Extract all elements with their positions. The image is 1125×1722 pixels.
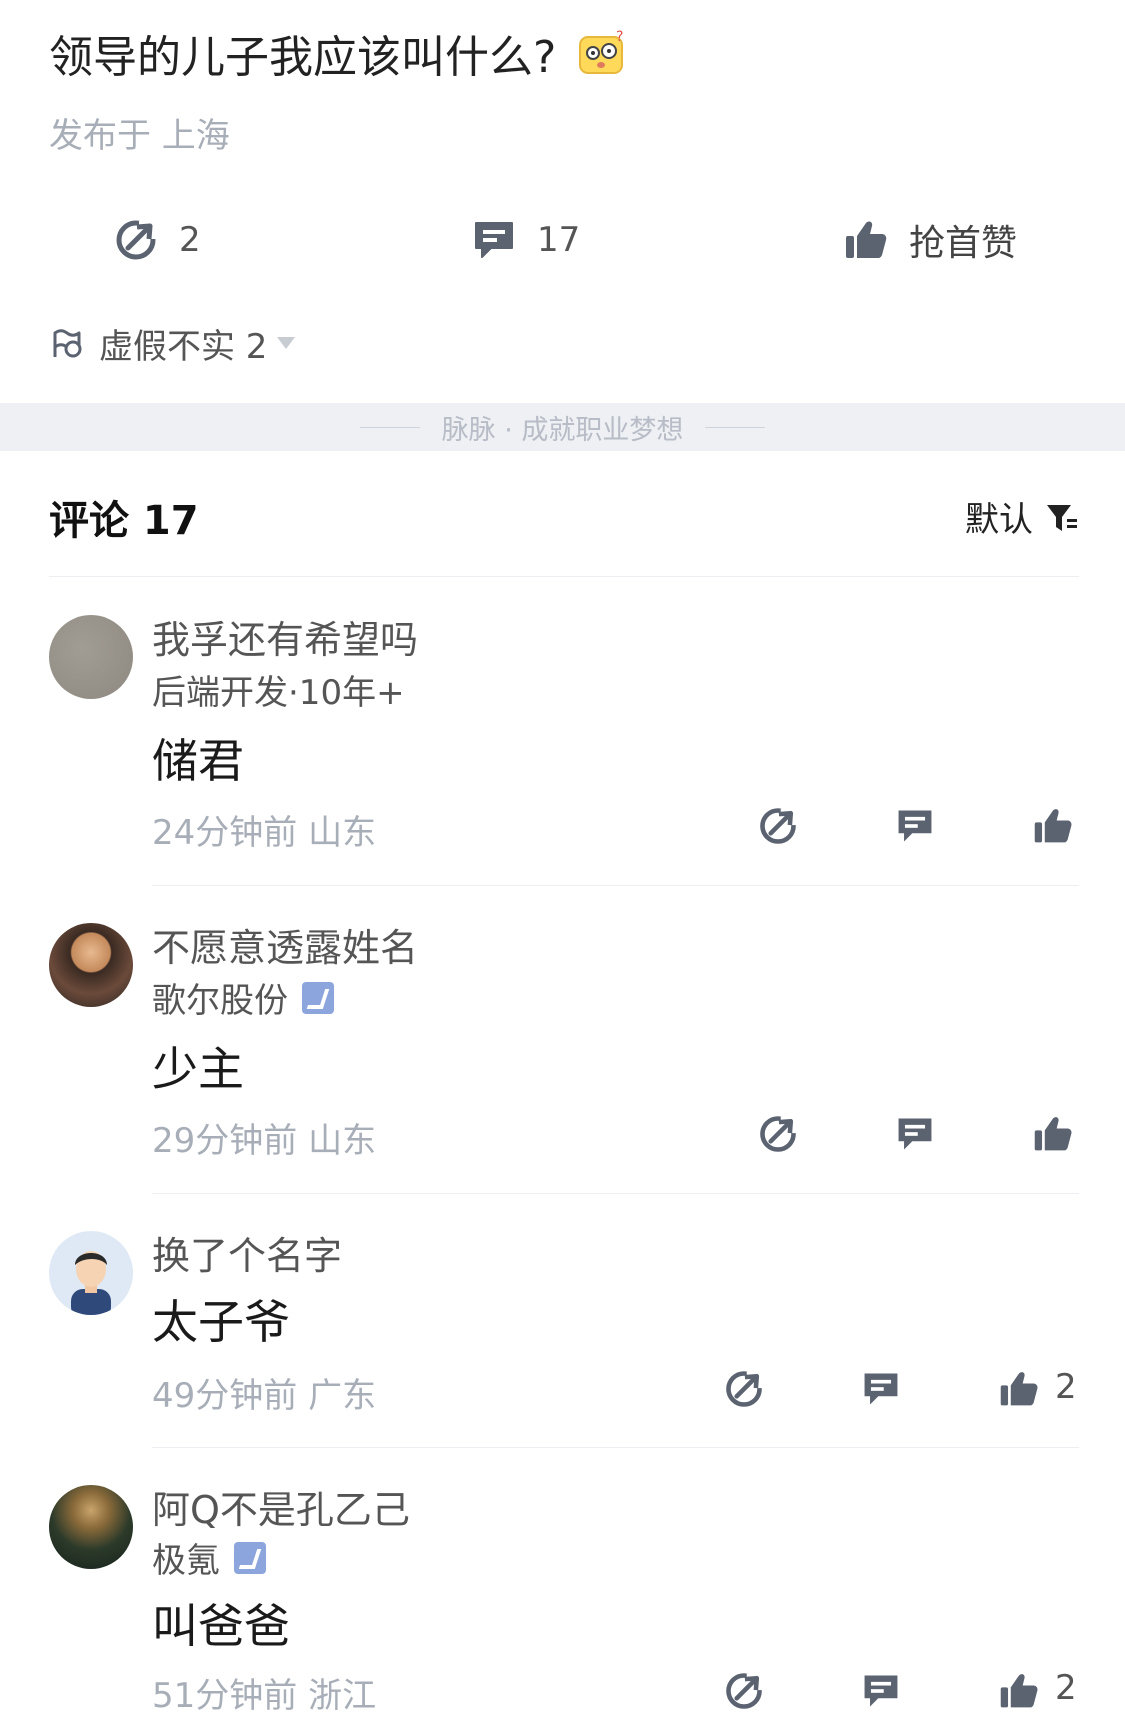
reply-icon[interactable] (860, 1368, 902, 1410)
share-icon[interactable] (757, 1113, 799, 1155)
comment-body: 储君 (152, 734, 244, 788)
comment-author[interactable]: 阿Q不是孔乙己 (152, 1479, 410, 1534)
post-meta: 发布于 上海 (49, 116, 230, 156)
comment-body: 少主 (152, 1042, 244, 1096)
comment-body: 叫爸爸 (152, 1599, 290, 1653)
comment-author[interactable]: 我孚还有希望吗 (152, 609, 418, 664)
comment-body: 太子爷 (152, 1295, 290, 1349)
comment-like-count: 2 (1055, 1367, 1077, 1407)
post-title: 领导的儿子我应该叫什么? ? (49, 22, 626, 84)
reply-icon[interactable] (894, 805, 936, 847)
emoji-icon: ? (576, 29, 626, 77)
avatar[interactable] (49, 923, 133, 1007)
comment-time-location: 51分钟前 浙江 (152, 1676, 377, 1716)
comment-time-location: 49分钟前 广东 (152, 1376, 377, 1416)
comment-like-count: 2 (1055, 1668, 1077, 1708)
avatar[interactable] (49, 615, 133, 699)
divider (152, 885, 1079, 886)
comment-author[interactable]: 不愿意透露姓名 (152, 917, 418, 972)
divider (152, 1447, 1079, 1448)
avatar[interactable] (49, 1231, 133, 1315)
post-title-text: 领导的儿子我应该叫什么? (49, 32, 557, 83)
flag-icon (53, 329, 82, 358)
sort-label: 默认 (965, 500, 1033, 540)
divider (152, 1193, 1079, 1194)
comments-title: 评论 17 (49, 498, 199, 544)
caret-down-icon (277, 337, 296, 349)
share-icon[interactable] (723, 1368, 765, 1410)
svg-text:?: ? (616, 29, 623, 45)
comment-time-location: 24分钟前 山东 (152, 813, 377, 853)
reply-icon[interactable] (860, 1670, 902, 1712)
reply-icon[interactable] (894, 1113, 936, 1155)
share-icon[interactable] (757, 805, 799, 847)
thumbs-up-icon[interactable] (998, 1368, 1040, 1410)
comments-header: 评论 17 默认 (49, 488, 1079, 544)
brand-band: 脉脉 · 成就职业梦想 (0, 403, 1125, 451)
like-label: 抢首赞 (909, 223, 1018, 264)
avatar[interactable] (49, 1485, 133, 1569)
author-title-text: 歌尔股份 (152, 981, 288, 1021)
thumbs-up-icon[interactable] (998, 1670, 1040, 1712)
verified-icon (302, 981, 334, 1014)
fake-info-label: 虚假不实 2 (99, 326, 268, 367)
comment-author[interactable]: 换了个名字 (152, 1225, 342, 1280)
thumbs-up-icon[interactable] (1032, 805, 1074, 847)
comment-author-title: 后端开发·10年+ (152, 665, 405, 714)
post-action-bar: 2 17 抢首赞 (0, 205, 1125, 275)
comment-icon (475, 222, 513, 258)
comment-author-title: 歌尔股份 (152, 973, 334, 1022)
divider-left (359, 426, 420, 428)
share-icon[interactable] (723, 1670, 765, 1712)
thumbs-up-icon (846, 221, 887, 258)
divider (49, 576, 1079, 577)
comment-button[interactable]: 17 (471, 205, 580, 275)
comment-author-title: 极氪 (152, 1533, 266, 1582)
verified-icon (234, 1541, 266, 1574)
divider-right (705, 426, 766, 428)
share-button[interactable]: 2 (113, 205, 201, 275)
thumbs-up-icon[interactable] (1032, 1113, 1074, 1155)
comment-time-location: 29分钟前 山东 (152, 1121, 377, 1161)
share-icon (116, 220, 157, 260)
author-title-text: 后端开发·10年+ (152, 673, 405, 713)
like-button[interactable]: 抢首赞 (843, 205, 1017, 275)
brand-slogan: 脉脉 · 成就职业梦想 (441, 414, 684, 446)
share-count: 2 (179, 220, 201, 260)
comment-count: 17 (537, 220, 581, 260)
filter-icon (1047, 504, 1077, 531)
sort-button[interactable]: 默认 (965, 492, 1079, 541)
fake-info-tag[interactable]: 虚假不实 2 (49, 318, 296, 368)
author-title-text: 极氪 (152, 1541, 220, 1581)
